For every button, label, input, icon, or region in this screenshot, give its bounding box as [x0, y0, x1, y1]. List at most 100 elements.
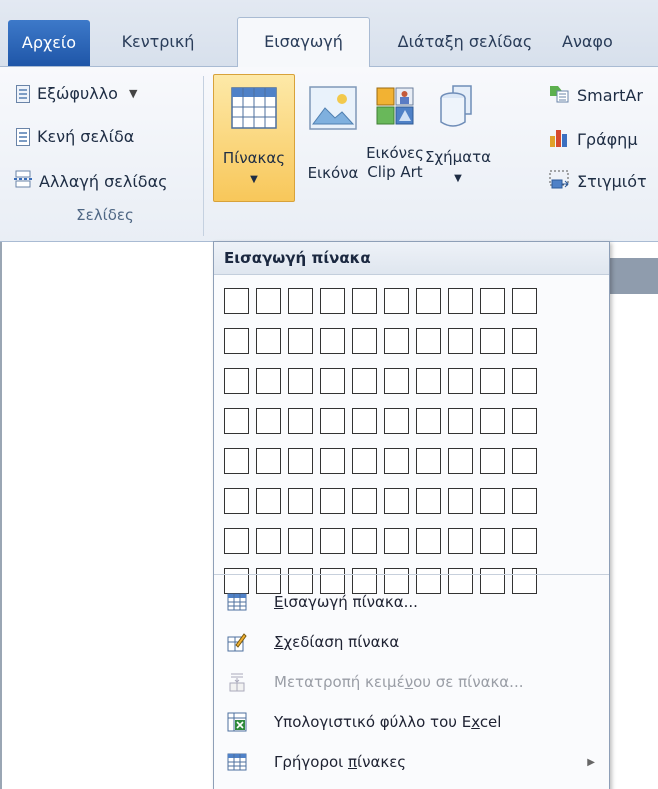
convert-text-menu-item[interactable]: Μετατροπή κειμένου σε πίνακα... — [214, 662, 609, 702]
grid-cell[interactable] — [416, 288, 441, 314]
tab-file[interactable]: Αρχείο — [8, 20, 90, 66]
grid-cell[interactable] — [416, 328, 441, 354]
grid-cell[interactable] — [448, 368, 473, 394]
insert-table-menu-item[interactable]: Εισαγωγή πίνακα... — [214, 582, 609, 622]
grid-cell[interactable] — [448, 288, 473, 314]
chart-button[interactable]: Γράφημ — [548, 126, 638, 152]
quick-tables-icon — [227, 753, 247, 771]
tab-insert[interactable]: Εισαγωγή — [237, 17, 370, 67]
grid-cell[interactable] — [224, 408, 249, 434]
grid-cell[interactable] — [512, 328, 537, 354]
grid-cell[interactable] — [512, 488, 537, 514]
grid-cell[interactable] — [480, 328, 505, 354]
grid-cell[interactable] — [512, 368, 537, 394]
grid-cell[interactable] — [480, 368, 505, 394]
grid-cell[interactable] — [416, 408, 441, 434]
ribbon-tab-strip: Αρχείο Κεντρική Εισαγωγή Διάταξη σελίδας… — [0, 0, 658, 67]
grid-cell[interactable] — [480, 488, 505, 514]
grid-cell[interactable] — [224, 368, 249, 394]
grid-cell[interactable] — [224, 448, 249, 474]
grid-cell[interactable] — [352, 288, 377, 314]
picture-button[interactable]: Εικόνα — [302, 74, 364, 202]
grid-cell[interactable] — [288, 288, 313, 314]
grid-cell[interactable] — [352, 528, 377, 554]
grid-cell[interactable] — [288, 408, 313, 434]
grid-cell[interactable] — [416, 368, 441, 394]
grid-cell[interactable] — [448, 448, 473, 474]
table-button[interactable]: Πίνακας ▼ — [213, 74, 295, 202]
screenshot-button[interactable]: Στιγμιότ — [548, 168, 647, 194]
clipart-label-line1: Εικόνες — [366, 144, 424, 162]
tab-home[interactable]: Κεντρική — [98, 18, 218, 66]
grid-cell[interactable] — [512, 408, 537, 434]
grid-cell[interactable] — [256, 488, 281, 514]
grid-cell[interactable] — [480, 408, 505, 434]
grid-cell[interactable] — [352, 328, 377, 354]
grid-cell[interactable] — [288, 328, 313, 354]
grid-cell[interactable] — [416, 528, 441, 554]
grid-cell[interactable] — [384, 368, 409, 394]
grid-cell[interactable] — [416, 448, 441, 474]
grid-cell[interactable] — [288, 368, 313, 394]
grid-cell[interactable] — [448, 328, 473, 354]
clipart-button[interactable]: Εικόνες Clip Art — [364, 74, 426, 202]
grid-cell[interactable] — [384, 408, 409, 434]
excel-spreadsheet-menu-item[interactable]: Υπολογιστικό φύλλο του Excel — [214, 702, 609, 742]
grid-cell[interactable] — [288, 448, 313, 474]
tab-references[interactable]: Αναφο — [562, 18, 658, 66]
grid-cell[interactable] — [320, 368, 345, 394]
smartart-button[interactable]: SmartAr — [548, 82, 643, 108]
grid-cell[interactable] — [320, 528, 345, 554]
document-page[interactable] — [610, 294, 658, 789]
grid-cell[interactable] — [288, 488, 313, 514]
grid-cell[interactable] — [320, 288, 345, 314]
grid-cell[interactable] — [480, 288, 505, 314]
grid-cell[interactable] — [224, 528, 249, 554]
grid-cell[interactable] — [352, 368, 377, 394]
quick-tables-menu-item[interactable]: Γρήγοροι πίνακες ▶ — [214, 742, 609, 782]
chevron-down-icon: ▼ — [454, 173, 462, 184]
grid-cell[interactable] — [416, 488, 441, 514]
cover-page-button[interactable]: Εξώφυλλο ▼ — [16, 84, 137, 103]
grid-cell[interactable] — [384, 288, 409, 314]
grid-cell[interactable] — [256, 408, 281, 434]
grid-cell[interactable] — [320, 488, 345, 514]
grid-cell[interactable] — [352, 408, 377, 434]
grid-cell[interactable] — [256, 288, 281, 314]
grid-cell[interactable] — [512, 528, 537, 554]
grid-cell[interactable] — [384, 528, 409, 554]
grid-cell[interactable] — [352, 448, 377, 474]
grid-cell[interactable] — [384, 488, 409, 514]
shapes-button[interactable]: Σχήματα ▼ — [424, 74, 492, 202]
grid-cell[interactable] — [448, 408, 473, 434]
blank-page-button[interactable]: Κενή σελίδα — [16, 127, 134, 146]
grid-cell[interactable] — [320, 328, 345, 354]
grid-cell[interactable] — [352, 488, 377, 514]
grid-cell[interactable] — [224, 328, 249, 354]
grid-cell[interactable] — [288, 528, 313, 554]
table-size-grid[interactable] — [224, 288, 537, 594]
grid-cell[interactable] — [512, 288, 537, 314]
grid-cell[interactable] — [224, 288, 249, 314]
grid-cell[interactable] — [224, 488, 249, 514]
grid-cell[interactable] — [320, 408, 345, 434]
insert-table-icon — [227, 593, 247, 611]
excel-spreadsheet-icon — [227, 712, 247, 732]
draw-table-menu-item[interactable]: Σχεδίαση πίνακα — [214, 622, 609, 662]
grid-cell[interactable] — [384, 328, 409, 354]
grid-cell[interactable] — [448, 528, 473, 554]
convert-text-label: Μετατροπή κειμένου σε πίνακα... — [274, 673, 524, 691]
grid-cell[interactable] — [256, 448, 281, 474]
grid-cell[interactable] — [480, 448, 505, 474]
grid-cell[interactable] — [256, 328, 281, 354]
draw-table-label: Σχεδίαση πίνακα — [274, 633, 400, 651]
grid-cell[interactable] — [256, 368, 281, 394]
grid-cell[interactable] — [384, 448, 409, 474]
grid-cell[interactable] — [320, 448, 345, 474]
grid-cell[interactable] — [480, 528, 505, 554]
grid-cell[interactable] — [256, 528, 281, 554]
grid-cell[interactable] — [512, 448, 537, 474]
grid-cell[interactable] — [448, 488, 473, 514]
tab-page-layout[interactable]: Διάταξη σελίδας — [380, 18, 550, 66]
page-break-button[interactable]: Αλλαγή σελίδας — [14, 170, 168, 192]
